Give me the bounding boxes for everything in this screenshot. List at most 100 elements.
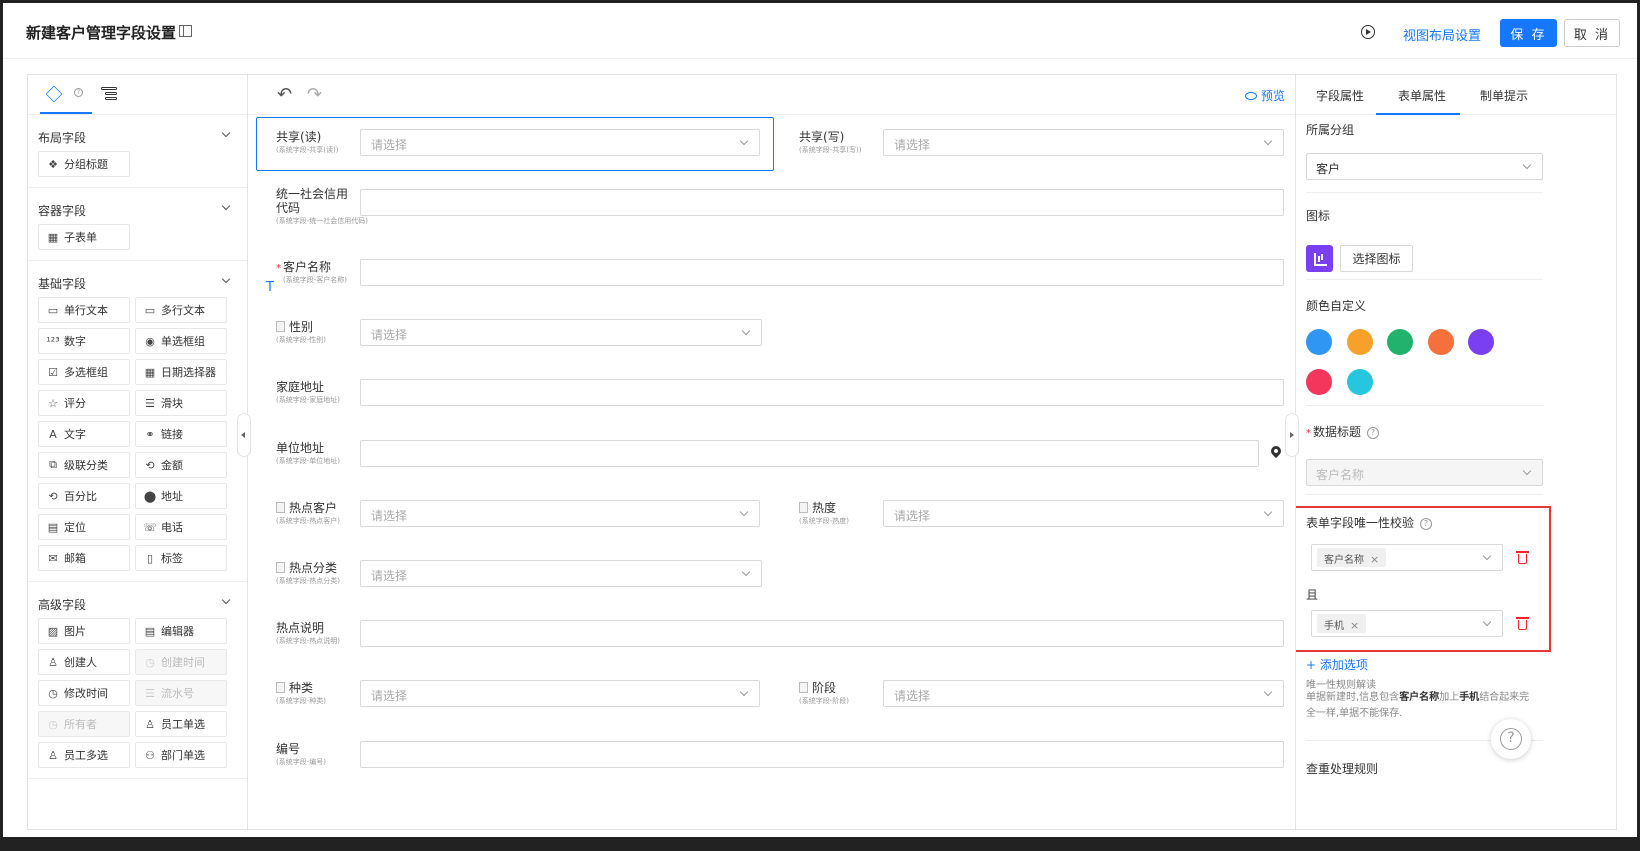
work-address-input[interactable] [360,440,1259,467]
share-read-select[interactable]: 请选择 [360,129,760,156]
chevron-down-icon [1522,160,1532,170]
palette-field-item[interactable]: ☑ 多选框组 [38,359,130,385]
palette-field-item[interactable]: ♙ 员工单选 [135,711,227,737]
field-sub-share-read: (系统字段-共享(读)) [276,146,339,154]
collapse-right-handle[interactable] [1285,413,1299,457]
gender-label: 性别 [289,320,314,334]
home-address-input[interactable] [360,379,1284,406]
palette-field-item[interactable]: ▭ 多行文本 [135,297,227,323]
page-title: 新建客户管理字段设置 [26,24,177,42]
help-icon[interactable]: ? [1367,427,1380,439]
palette-field-item[interactable]: ☏ 电话 [135,514,227,540]
undo-icon[interactable]: ↶ [277,86,292,104]
close-icon[interactable]: × [1370,553,1379,566]
color-swatch[interactable] [1427,329,1454,355]
palette-field-item[interactable]: ▤ 编辑器 [135,618,227,644]
customer-name-input[interactable] [360,259,1284,286]
unique-field-select-2[interactable]: 手机 × [1311,610,1503,637]
location-pin-icon[interactable] [1268,443,1284,459]
tab-field-properties[interactable]: 字段属性 [1316,87,1364,104]
palette-group-header[interactable]: 容器字段 [28,188,247,224]
view-layout-settings-link[interactable]: 视图布局设置 [1403,25,1481,44]
share-write-select[interactable]: 请选择 [883,129,1284,156]
group-select[interactable]: 客户 [1306,153,1543,180]
palette-field-item[interactable]: ☆ 评分 [38,390,130,416]
field-item-label: 流水号 [161,687,194,700]
collapse-left-handle[interactable] [237,413,251,457]
add-option-link[interactable]: + 添加选项 [1306,656,1368,673]
field-type-icon: ❖ [48,157,58,171]
preview-link[interactable]: 预览 [1244,87,1285,104]
hot-category-label: 热点分类 [289,561,338,575]
properties-tabs: 字段属性 表单属性 制单提示 [1296,75,1616,115]
color-swatch[interactable] [1306,329,1332,355]
credit-code-input[interactable] [360,189,1284,216]
palette-field-item[interactable]: ◷ 修改时间 [38,680,130,706]
help-icon[interactable]: ? [1420,518,1433,530]
palette-field-item[interactable]: ⟲ 百分比 [38,483,130,509]
hot-category-select[interactable]: 请选择 [360,560,762,587]
palette-field-item[interactable]: ☰ 滑块 [135,390,227,416]
save-button[interactable]: 保 存 [1500,19,1557,47]
palette-field-item[interactable]: ⚇ 部门单选 [135,742,227,768]
tab-form-tips[interactable]: 制单提示 [1480,87,1528,104]
field-type-icon: ☰ [145,396,155,410]
field-type-icon: ♙ [145,717,155,731]
number-input[interactable] [360,741,1284,768]
color-swatch[interactable] [1468,329,1494,355]
cancel-button[interactable]: 取 消 [1564,19,1620,47]
palette-field-item[interactable]: ⚭ 链接 [135,421,227,447]
palette-field-item[interactable]: ▦ 子表单 [38,224,130,250]
color-swatch[interactable] [1387,329,1413,355]
stage-select[interactable]: 请选择 [883,680,1284,707]
unique-field-select-1[interactable]: 客户名称 × [1311,544,1503,571]
chevron-down-icon [221,595,231,605]
color-swatch[interactable] [1346,329,1373,355]
palette-group-header[interactable]: 基础字段 [28,261,247,297]
help-icon[interactable]: ? [74,88,83,97]
field-item-label: 地址 [161,490,183,503]
tab-form-properties[interactable]: 表单属性 [1398,87,1446,104]
field-type-icon: ☆ [48,396,58,410]
hot-customer-select[interactable]: 请选择 [360,500,760,527]
floating-help-button[interactable]: ? [1491,719,1531,759]
palette-field-item[interactable]: ¹²³ 数字 [38,328,130,354]
field-item-label: 标签 [161,552,183,565]
palette-field-item[interactable]: ❖ 分组标题 [38,151,130,177]
palette-group-header[interactable]: 高级字段 [28,582,247,618]
field-item-label: 创建人 [64,656,97,669]
close-icon[interactable]: × [1350,619,1359,632]
redo-icon[interactable]: ↷ [307,86,322,104]
color-swatch[interactable] [1346,369,1373,395]
palette-field-item[interactable]: ▯ 标签 [135,545,227,571]
play-icon[interactable] [1361,25,1375,39]
field-label-credit-code-1: 统一社会信用 [276,187,349,201]
components-tab-icon[interactable] [45,85,63,103]
hot-desc-input[interactable] [360,620,1284,647]
palette-field-item[interactable]: A 文字 [38,421,130,447]
trash-icon[interactable] [1516,551,1529,564]
layout-toggle-icon[interactable] [179,25,192,37]
trash-icon[interactable] [1516,617,1529,630]
palette-field-item[interactable]: ⟲ 金额 [135,452,227,478]
kind-select[interactable]: 请选择 [360,680,760,707]
field-type-icon: ◷ [145,655,155,669]
heat-select[interactable]: 请选择 [883,500,1284,527]
choose-icon-button[interactable]: 选择图标 [1340,245,1413,272]
field-type-icon: ⟲ [145,458,155,472]
palette-field-item[interactable]: ▭ 单行文本 [38,297,130,323]
field-item-label: 员工单选 [161,718,205,731]
palette-field-item[interactable]: ▨ 图片 [38,618,130,644]
palette-field-item[interactable]: ▦ 日期选择器 [135,359,227,385]
palette-field-item[interactable]: ⬤ 地址 [135,483,227,509]
palette-field-item[interactable]: ⧉ 级联分类 [38,452,130,478]
gender-select[interactable]: 请选择 [360,319,762,346]
palette-field-item[interactable]: ♙ 员工多选 [38,742,130,768]
palette-field-item[interactable]: ◉ 单选框组 [135,328,227,354]
palette-group-header[interactable]: 布局字段 [28,115,247,151]
palette-field-item[interactable]: ▤ 定位 [38,514,130,540]
palette-field-item[interactable]: ✉ 邮箱 [38,545,130,571]
outline-tree-icon[interactable] [101,87,117,103]
palette-field-item[interactable]: ♙ 创建人 [38,649,130,675]
color-swatch[interactable] [1306,369,1332,395]
